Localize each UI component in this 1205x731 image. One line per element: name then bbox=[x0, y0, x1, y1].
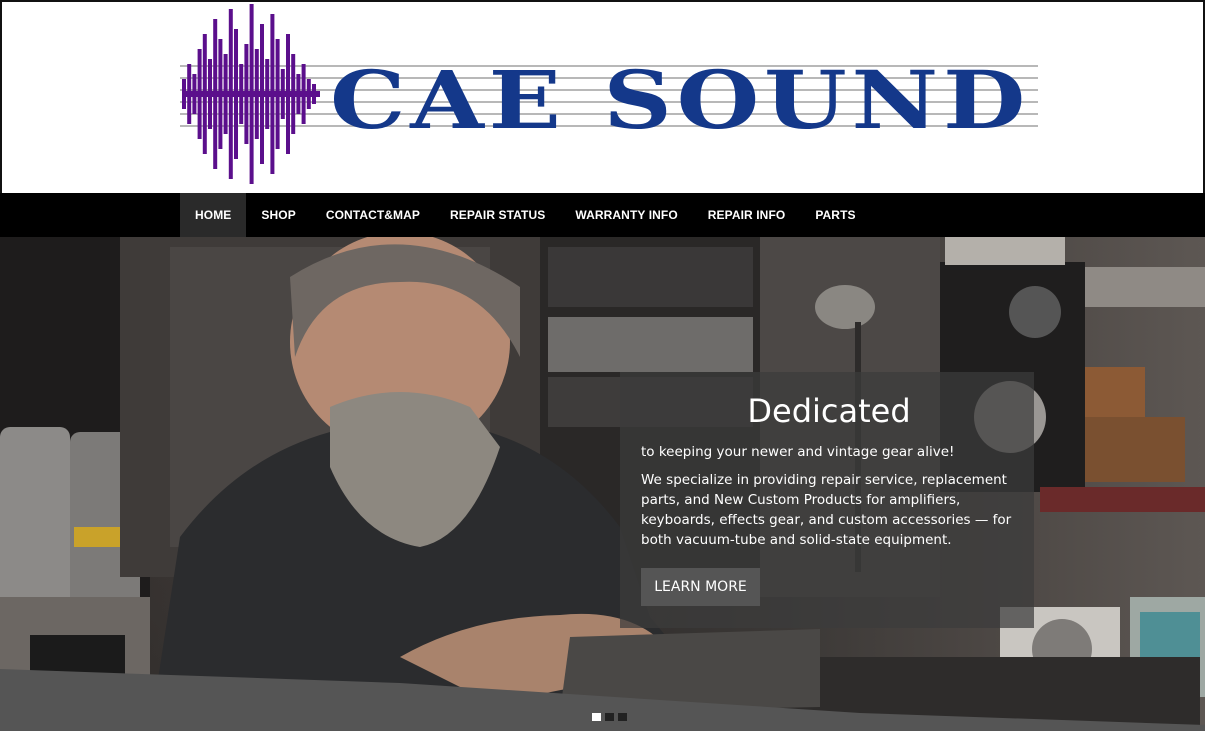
nav-item-parts[interactable]: PARTS bbox=[800, 193, 870, 237]
slider-dot-3[interactable] bbox=[618, 713, 627, 721]
main-navigation: HOME SHOP CONTACT&MAP REPAIR STATUS WARR… bbox=[0, 193, 1205, 237]
nav-item-shop[interactable]: SHOP bbox=[246, 193, 310, 237]
hero-slider: Dedicated to keeping your newer and vint… bbox=[0, 237, 1205, 731]
slide-description: We specialize in providing repair servic… bbox=[641, 472, 1012, 548]
slide-title: Dedicated bbox=[747, 392, 911, 430]
cae-sound-logo[interactable]: CAE SOUND bbox=[180, 2, 1040, 194]
learn-more-button[interactable]: LEARN MORE bbox=[641, 568, 760, 606]
nav-item-warranty-info[interactable]: WARRANTY INFO bbox=[560, 193, 692, 237]
site-header: CAE SOUND bbox=[0, 0, 1205, 193]
slider-dot-1[interactable] bbox=[592, 713, 601, 721]
nav-item-repair-status[interactable]: REPAIR STATUS bbox=[435, 193, 560, 237]
logo-text: CAE SOUND bbox=[330, 53, 1030, 147]
waveform-graphic bbox=[182, 4, 320, 184]
slider-dot-2[interactable] bbox=[605, 713, 614, 721]
nav-item-repair-info[interactable]: REPAIR INFO bbox=[693, 193, 801, 237]
slider-pagination bbox=[592, 713, 627, 721]
nav-item-home[interactable]: HOME bbox=[180, 193, 247, 237]
slide-caption: Dedicated to keeping your newer and vint… bbox=[620, 372, 1034, 628]
slide-subtitle: to keeping your newer and vintage gear a… bbox=[641, 444, 955, 460]
nav-item-contact-map[interactable]: CONTACT&MAP bbox=[311, 193, 435, 237]
nav-menu: HOME SHOP CONTACT&MAP REPAIR STATUS WARR… bbox=[180, 193, 871, 237]
